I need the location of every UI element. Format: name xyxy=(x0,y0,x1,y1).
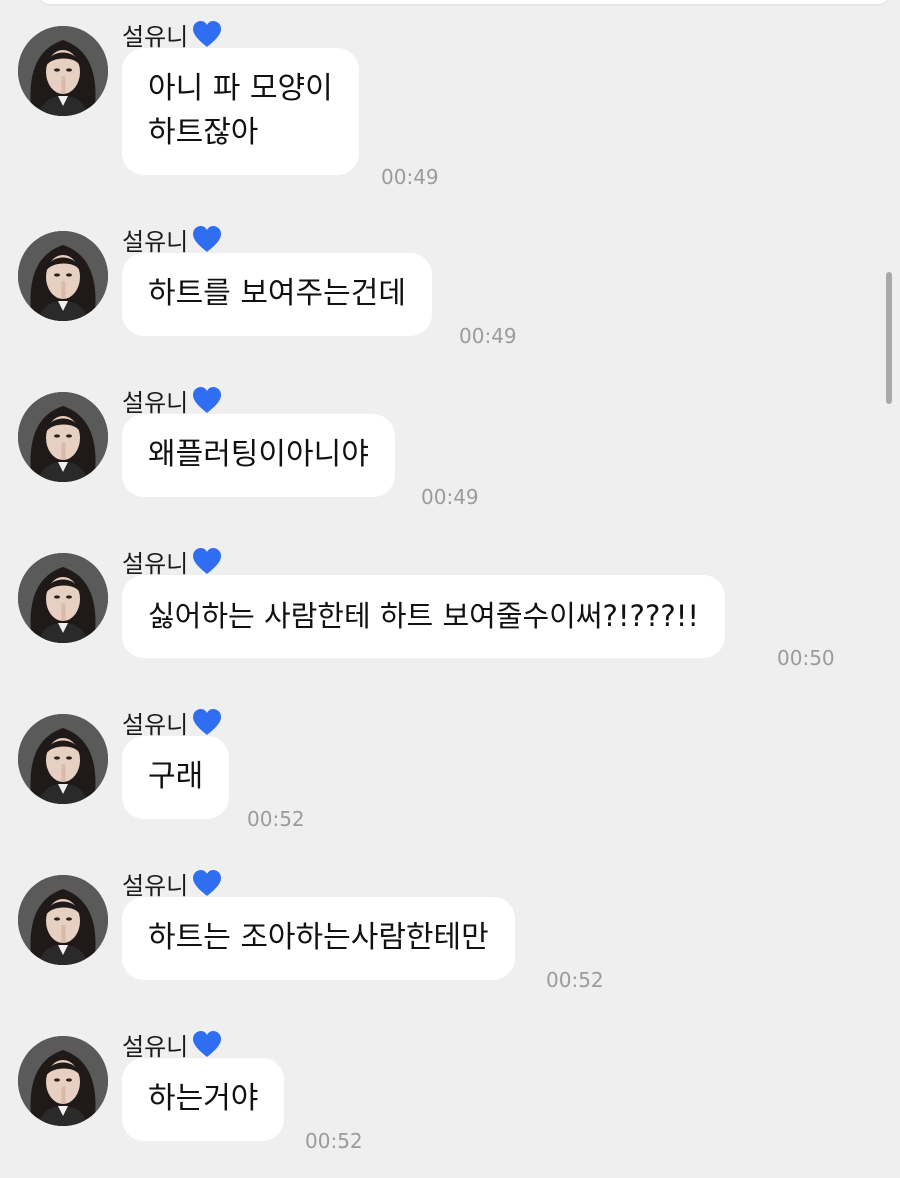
avatar[interactable] xyxy=(18,714,108,804)
avatar[interactable] xyxy=(18,26,108,116)
sender-name: 설유니 xyxy=(122,382,223,418)
message-bubble[interactable]: 구래 xyxy=(122,736,230,819)
message-time: 00:49 xyxy=(459,324,517,348)
blue-heart-icon xyxy=(193,709,222,735)
profile-photo xyxy=(18,1036,108,1126)
profile-photo xyxy=(18,392,108,482)
message-time: 00:52 xyxy=(305,1129,363,1153)
message-bubble[interactable]: 하트는 조아하는사람한테만 xyxy=(122,897,515,980)
sender-name: 설유니 xyxy=(122,543,223,579)
message-row: 설유니 하는거야 00:52 xyxy=(0,1012,900,1172)
sender-name: 설유니 xyxy=(122,865,223,901)
message-bubble[interactable]: 하트를 보여주는건데 xyxy=(122,253,432,336)
scrollbar[interactable] xyxy=(886,272,892,404)
message-row: 설유니 싫어하는 사람한테 하트 보여줄수이써?!???!! 00:50 xyxy=(0,529,900,689)
message-bubble[interactable]: 싫어하는 사람한테 하트 보여줄수이써?!???!! xyxy=(122,575,725,658)
message-time: 00:52 xyxy=(247,807,305,831)
avatar[interactable] xyxy=(18,231,108,321)
blue-heart-icon xyxy=(193,1031,222,1057)
sender-label: 설유니 xyxy=(122,710,189,739)
sender-label: 설유니 xyxy=(122,1032,189,1061)
message-time: 00:49 xyxy=(381,165,439,189)
profile-photo xyxy=(18,231,108,321)
avatar[interactable] xyxy=(18,875,108,965)
message-bubble[interactable]: 왜플러팅이아니야 xyxy=(122,414,395,497)
profile-photo xyxy=(18,875,108,965)
sender-name: 설유니 xyxy=(122,221,223,257)
message-time: 00:49 xyxy=(421,485,479,509)
blue-heart-icon xyxy=(193,387,222,413)
avatar[interactable] xyxy=(18,1036,108,1126)
sender-label: 설유니 xyxy=(122,388,189,417)
blue-heart-icon xyxy=(193,870,222,896)
profile-photo xyxy=(18,553,108,643)
sender-label: 설유니 xyxy=(122,227,189,256)
sender-label: 설유니 xyxy=(122,549,189,578)
avatar[interactable] xyxy=(18,553,108,643)
sender-name: 설유니 xyxy=(122,1026,223,1062)
blue-heart-icon xyxy=(193,226,222,252)
blue-heart-icon xyxy=(193,21,222,47)
sender-label: 설유니 xyxy=(122,22,189,51)
blue-heart-icon xyxy=(193,548,222,574)
message-row: 설유니 왜플러팅이아니야 00:49 xyxy=(0,368,900,528)
message-row: 설유니 아니 파 모양이 하트잖아 00:49 xyxy=(0,2,900,189)
message-row: 설유니 하트는 조아하는사람한테만 00:52 xyxy=(0,851,900,1011)
message-row: 설유니 하트를 보여주는건데 00:49 xyxy=(0,207,900,367)
sender-name: 설유니 xyxy=(122,16,223,52)
message-bubble[interactable]: 하는거야 xyxy=(122,1058,285,1141)
sender-name: 설유니 xyxy=(122,704,223,740)
message-time: 00:50 xyxy=(777,646,835,670)
message-time: 00:52 xyxy=(546,968,604,992)
avatar[interactable] xyxy=(18,392,108,482)
profile-photo xyxy=(18,714,108,804)
sender-label: 설유니 xyxy=(122,871,189,900)
message-row: 설유니 구래 00:52 xyxy=(0,690,900,850)
message-bubble[interactable]: 아니 파 모양이 하트잖아 xyxy=(122,48,359,175)
profile-photo xyxy=(18,26,108,116)
